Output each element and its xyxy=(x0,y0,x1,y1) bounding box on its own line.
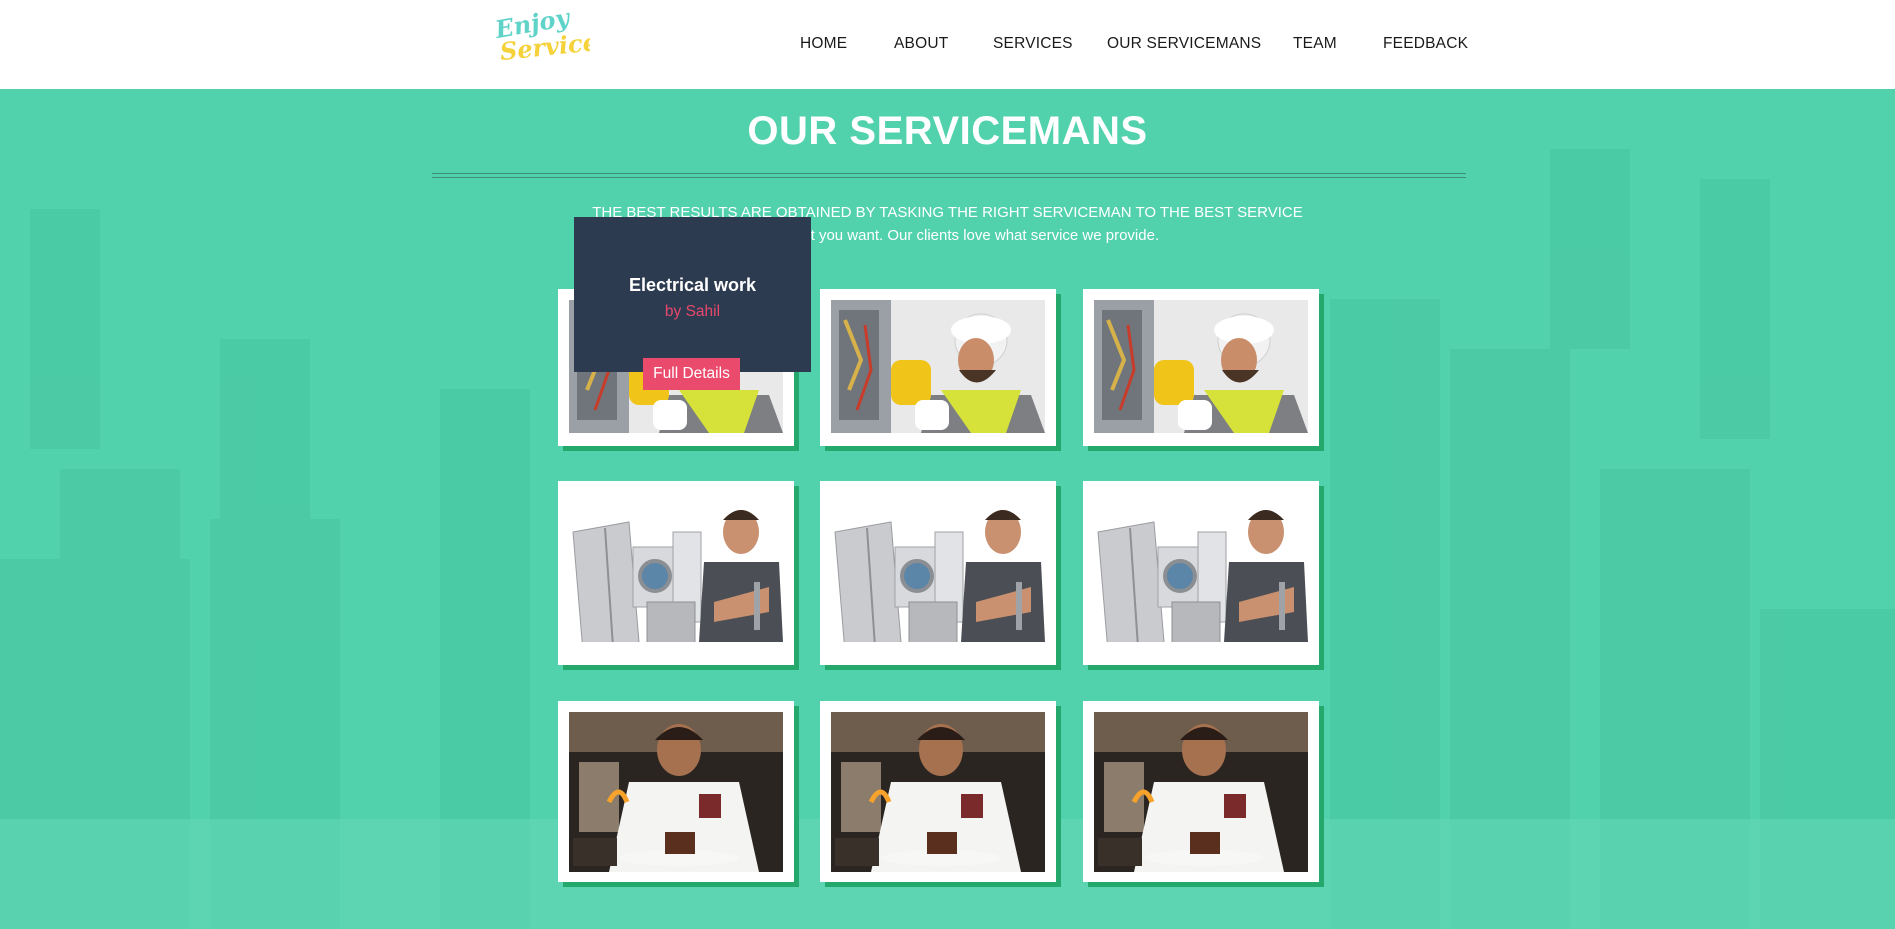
electrician-photo xyxy=(831,300,1045,433)
tagline-line-1: THE BEST RESULTS ARE OBTAINED BY TASKING… xyxy=(592,204,1303,221)
title-divider xyxy=(432,173,1466,174)
site-logo[interactable]: Enjoy Serviced xyxy=(490,10,590,64)
appliance-repair-card[interactable] xyxy=(1083,481,1319,665)
nav-team[interactable]: TEAM xyxy=(1293,35,1337,53)
service-title: Electrical work xyxy=(628,275,757,295)
appliance-repair-photo xyxy=(569,492,783,642)
chef-card[interactable] xyxy=(558,701,794,882)
appliance-repair-photo xyxy=(831,492,1045,642)
appliance-repair-card[interactable] xyxy=(558,481,794,665)
chef-card[interactable] xyxy=(820,701,1056,882)
chef-photo xyxy=(831,712,1045,872)
service-hover-card[interactable]: Electrical work by Sahil xyxy=(574,217,811,372)
chef-photo xyxy=(1094,712,1308,872)
top-navbar: Enjoy Serviced HOME ABOUT SERVICES OUR S… xyxy=(0,0,1895,89)
logo-image: Enjoy Serviced xyxy=(492,10,590,64)
full-details-button[interactable]: Full Details xyxy=(643,358,740,390)
title-divider-secondary xyxy=(432,177,1466,178)
service-byline: by Sahil xyxy=(664,303,721,320)
chef-card[interactable] xyxy=(1083,701,1319,882)
nav-feedback[interactable]: FEEDBACK xyxy=(1383,35,1468,53)
section-title: OUR SERVICEMANS xyxy=(747,109,1148,153)
section-tagline: THE BEST RESULTS ARE OBTAINED BY TASKING… xyxy=(0,201,1895,247)
appliance-repair-card[interactable] xyxy=(820,481,1056,665)
appliance-repair-photo xyxy=(1094,492,1308,642)
electrician-card[interactable] xyxy=(1083,289,1319,446)
tagline-line-2: We do what you want. Our clients love wh… xyxy=(735,227,1160,244)
chef-photo xyxy=(569,712,783,872)
nav-about[interactable]: ABOUT xyxy=(894,35,948,53)
nav-services[interactable]: SERVICES xyxy=(993,35,1073,53)
nav-home[interactable]: HOME xyxy=(800,35,847,53)
nav-our-servicemans[interactable]: OUR SERVICEMANS xyxy=(1107,35,1261,53)
electrician-photo xyxy=(1094,300,1308,433)
electrician-card[interactable] xyxy=(820,289,1056,446)
